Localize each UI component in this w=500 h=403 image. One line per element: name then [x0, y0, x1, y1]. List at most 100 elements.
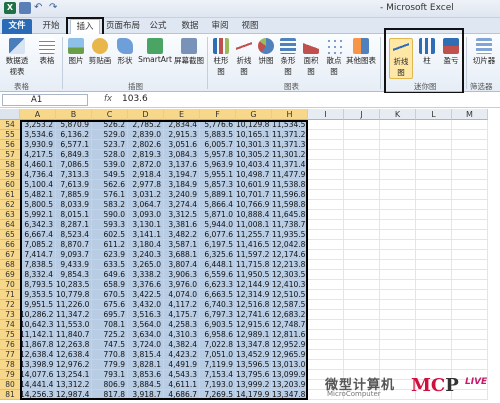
empty-cell[interactable] — [344, 310, 380, 320]
spreadsheet-grid[interactable]: A B C D E F G H I J K L M 54 3,253.2 5,870.9 526.2 2,785.… — [0, 109, 500, 403]
empty-cell[interactable] — [416, 200, 452, 210]
empty-cell[interactable] — [344, 210, 380, 220]
data-cell[interactable]: 14,256.3 — [20, 390, 56, 400]
data-cell[interactable]: 11,347.2 — [56, 310, 92, 320]
data-cell[interactable]: 11,598.8 — [272, 200, 308, 210]
empty-cell[interactable] — [452, 120, 488, 130]
empty-cell[interactable] — [416, 320, 452, 330]
empty-cell[interactable] — [452, 140, 488, 150]
empty-cell[interactable] — [416, 160, 452, 170]
data-cell[interactable]: 3,906.3 — [164, 270, 200, 280]
data-cell[interactable]: 6,136.2 — [56, 130, 92, 140]
scatter-chart-button[interactable]: 散点图 — [323, 38, 345, 77]
data-cell[interactable]: 12,510.5 — [272, 290, 308, 300]
data-cell[interactable]: 10,283.5 — [56, 280, 92, 290]
data-cell[interactable]: 13,254.1 — [56, 370, 92, 380]
empty-cell[interactable] — [308, 260, 344, 270]
data-cell[interactable]: 5,866.4 — [200, 200, 236, 210]
column-header[interactable]: I — [308, 109, 344, 120]
tab-data[interactable]: 数据 — [178, 19, 202, 34]
data-cell[interactable]: 10,301.3 — [236, 140, 272, 150]
data-cell[interactable]: 3,184.9 — [164, 180, 200, 190]
data-cell[interactable]: 11,596.8 — [272, 190, 308, 200]
clipart-button[interactable]: 剪贴画 — [88, 38, 112, 66]
data-cell[interactable]: 6,958.6 — [200, 330, 236, 340]
data-cell[interactable]: 12,915.6 — [236, 320, 272, 330]
data-cell[interactable]: 6,623.3 — [200, 280, 236, 290]
row-header[interactable]: 69 — [0, 270, 20, 280]
data-cell[interactable]: 817.8 — [92, 390, 128, 400]
empty-cell[interactable] — [380, 330, 416, 340]
data-cell[interactable]: 11,371.2 — [272, 130, 308, 140]
data-cell[interactable]: 3,853.6 — [128, 370, 164, 380]
data-cell[interactable]: 7,838.5 — [20, 260, 56, 270]
data-cell[interactable]: 12,976.2 — [56, 360, 92, 370]
empty-cell[interactable] — [380, 120, 416, 130]
data-cell[interactable]: 4,382.4 — [164, 340, 200, 350]
data-cell[interactable]: 633.5 — [92, 260, 128, 270]
empty-cell[interactable] — [308, 170, 344, 180]
data-cell[interactable]: 526.2 — [92, 120, 128, 130]
column-header[interactable]: C — [92, 109, 128, 120]
empty-cell[interactable] — [452, 210, 488, 220]
empty-cell[interactable] — [416, 150, 452, 160]
empty-cell[interactable] — [380, 150, 416, 160]
data-cell[interactable]: 5,800.5 — [20, 200, 56, 210]
empty-cell[interactable] — [344, 290, 380, 300]
column-header[interactable]: A — [20, 109, 56, 120]
row-header[interactable]: 75 — [0, 330, 20, 340]
row-header[interactable]: 70 — [0, 280, 20, 290]
data-cell[interactable]: 5,963.9 — [200, 160, 236, 170]
empty-cell[interactable] — [416, 190, 452, 200]
data-cell[interactable]: 10,888.4 — [236, 210, 272, 220]
data-cell[interactable]: 8,015.1 — [56, 210, 92, 220]
data-cell[interactable]: 708.1 — [92, 320, 128, 330]
empty-cell[interactable] — [308, 300, 344, 310]
empty-cell[interactable] — [308, 160, 344, 170]
data-cell[interactable]: 11,867.8 — [20, 340, 56, 350]
data-cell[interactable]: 6,005.7 — [200, 140, 236, 150]
data-cell[interactable]: 3,482.2 — [164, 230, 200, 240]
data-cell[interactable]: 12,174.6 — [272, 250, 308, 260]
select-all-corner[interactable] — [0, 109, 20, 120]
data-cell[interactable]: 12,213.8 — [272, 260, 308, 270]
empty-cell[interactable] — [308, 310, 344, 320]
empty-cell[interactable] — [380, 190, 416, 200]
empty-cell[interactable] — [452, 340, 488, 350]
data-cell[interactable]: 7,086.5 — [56, 160, 92, 170]
empty-cell[interactable] — [308, 150, 344, 160]
data-cell[interactable]: 590.0 — [92, 210, 128, 220]
data-cell[interactable]: 4,258.3 — [164, 320, 200, 330]
data-cell[interactable]: 6,797.3 — [200, 310, 236, 320]
data-cell[interactable]: 11,715.8 — [236, 260, 272, 270]
shapes-button[interactable]: 形状 — [114, 38, 136, 66]
empty-cell[interactable] — [380, 340, 416, 350]
data-cell[interactable]: 6,325.6 — [200, 250, 236, 260]
data-cell[interactable]: 10,601.9 — [236, 180, 272, 190]
undo-icon[interactable]: ↶ — [34, 2, 46, 14]
data-cell[interactable]: 12,987.4 — [56, 390, 92, 400]
column-header[interactable]: K — [380, 109, 416, 120]
data-cell[interactable]: 11,645.8 — [272, 210, 308, 220]
data-cell[interactable]: 725.2 — [92, 330, 128, 340]
data-cell[interactable]: 7,193.0 — [200, 380, 236, 390]
data-cell[interactable]: 3,534.6 — [20, 130, 56, 140]
column-header[interactable]: H — [272, 109, 308, 120]
empty-cell[interactable] — [308, 220, 344, 230]
empty-cell[interactable] — [308, 120, 344, 130]
data-cell[interactable]: 12,263.8 — [56, 340, 92, 350]
data-cell[interactable]: 3,432.0 — [128, 300, 164, 310]
data-cell[interactable]: 11,142.1 — [20, 330, 56, 340]
data-cell[interactable]: 6,667.4 — [20, 230, 56, 240]
empty-cell[interactable] — [308, 130, 344, 140]
row-header[interactable]: 59 — [0, 170, 20, 180]
data-cell[interactable]: 528.0 — [92, 150, 128, 160]
data-cell[interactable]: 11,534.5 — [272, 120, 308, 130]
row-header[interactable]: 71 — [0, 290, 20, 300]
data-cell[interactable]: 5,857.3 — [200, 180, 236, 190]
empty-cell[interactable] — [344, 140, 380, 150]
empty-cell[interactable] — [380, 200, 416, 210]
data-cell[interactable]: 7,022.8 — [200, 340, 236, 350]
tab-page-layout[interactable]: 页面布局 — [104, 19, 142, 34]
table-button[interactable]: 表格 — [36, 38, 58, 66]
